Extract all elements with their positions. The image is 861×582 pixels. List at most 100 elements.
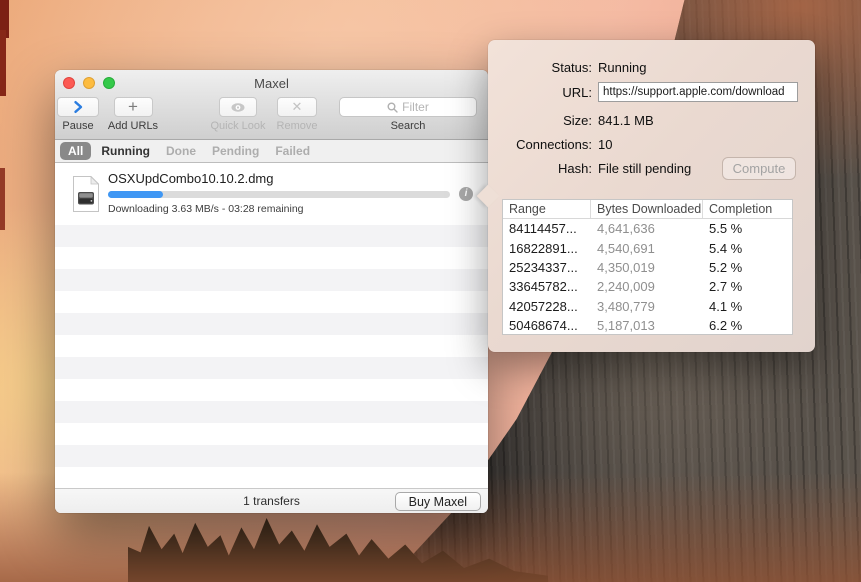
table-cell: 2,240,009	[597, 279, 655, 295]
search-label: Search	[390, 120, 426, 132]
table-row[interactable]: 50468674... 5,187,013 6.2 %	[503, 316, 792, 335]
table-cell: 5.5 %	[709, 221, 743, 237]
pause-label: Pause	[62, 120, 94, 132]
table-header: Range Bytes Downloaded Completion	[503, 200, 792, 219]
empty-row-stripe	[55, 467, 488, 488]
empty-row-stripe	[55, 247, 488, 269]
x-icon: ✕	[291, 99, 303, 114]
tab-failed[interactable]: Failed	[275, 144, 310, 158]
empty-row-stripe	[55, 291, 488, 313]
table-cell: 4,540,691	[597, 240, 655, 256]
size-field: Size: 841.1 MB	[488, 113, 654, 128]
maxel-window: Maxel Pause + Add URLs Quick Look ✕ Remo…	[55, 70, 488, 513]
connections-field: Connections: 10	[488, 137, 612, 152]
table-cell: 4.1 %	[709, 298, 743, 314]
table-cell: 5,187,013	[597, 318, 655, 334]
empty-row-stripe	[55, 401, 488, 423]
connections-value: 10	[598, 137, 613, 152]
tab-done[interactable]: Done	[166, 144, 196, 158]
window-header: Maxel Pause + Add URLs Quick Look ✕ Remo…	[55, 70, 488, 140]
status-bar: 1 transfers Buy Maxel	[55, 488, 488, 513]
pause-button[interactable]: Pause	[55, 97, 101, 132]
empty-rows	[55, 225, 488, 488]
quick-look-button[interactable]: Quick Look	[205, 97, 271, 132]
url-field-row: URL:	[488, 82, 798, 102]
desktop: Maxel Pause + Add URLs Quick Look ✕ Remo…	[0, 0, 861, 582]
toolbar: Pause + Add URLs Quick Look ✕ Remove Fil…	[55, 96, 488, 140]
table-cell: 50468674...	[509, 318, 578, 334]
status-field: Status: Running	[488, 60, 647, 75]
empty-row-stripe	[55, 379, 488, 401]
table-body: 84114457... 4,641,636 5.5 % 16822891... 4,54…	[503, 219, 792, 335]
tab-running[interactable]: Running	[101, 144, 150, 158]
table-cell: 4,350,019	[597, 259, 655, 275]
tab-pending[interactable]: Pending	[212, 144, 259, 158]
table-row[interactable]: 42057228... 3,480,779 4.1 %	[503, 297, 792, 316]
scope-bar: All Running Done Pending Failed	[55, 140, 488, 163]
empty-row-stripe	[55, 445, 488, 467]
buy-maxel-button[interactable]: Buy Maxel	[394, 492, 481, 511]
transfer-list: OSXUpdCombo10.10.2.dmg Downloading 3.63 …	[55, 163, 488, 488]
chunks-table: Range Bytes Downloaded Completion 841144…	[502, 199, 793, 335]
empty-row-stripe	[55, 423, 488, 445]
table-cell: 3,480,779	[597, 298, 655, 314]
eye-icon	[231, 102, 245, 112]
search-input[interactable]: Filter	[339, 97, 477, 117]
hash-value: File still pending	[598, 161, 692, 176]
tab-all[interactable]: All	[60, 142, 92, 160]
info-button[interactable]: i	[459, 187, 473, 201]
empty-row-stripe	[55, 313, 488, 335]
empty-row-stripe	[55, 269, 488, 291]
info-icon: i	[464, 188, 468, 199]
wallpaper-red-strip	[0, 30, 6, 96]
download-status: Downloading 3.63 MB/s - 03:28 remaining	[108, 203, 304, 215]
title-bar[interactable]: Maxel	[55, 70, 488, 96]
empty-row-stripe	[55, 357, 488, 379]
table-row[interactable]: 33645782... 2,240,009 2.7 %	[503, 277, 792, 296]
table-cell: 84114457...	[509, 221, 577, 237]
progress-bar	[108, 191, 450, 198]
add-urls-button[interactable]: + Add URLs	[102, 97, 164, 132]
wallpaper-red-strip	[0, 168, 5, 230]
filter-placeholder: Filter	[402, 100, 429, 114]
table-cell: 4,641,636	[597, 221, 655, 237]
table-cell: 33645782...	[509, 279, 578, 295]
dmg-file-icon	[72, 175, 100, 218]
url-input[interactable]	[598, 82, 798, 102]
empty-row-stripe	[55, 225, 488, 247]
connections-label: Connections:	[516, 137, 592, 152]
table-cell: 25234337...	[509, 259, 578, 275]
table-cell: 5.4 %	[709, 240, 743, 256]
hash-label: Hash:	[558, 161, 592, 176]
status-value: Running	[598, 60, 647, 75]
status-label: Status:	[551, 60, 592, 75]
url-label: URL:	[562, 84, 592, 100]
download-info-popover: Status: Running URL: Size: 841.1 MB Conn…	[476, 40, 815, 352]
table-row[interactable]: 16822891... 4,540,691 5.4 %	[503, 238, 792, 257]
size-label: Size:	[563, 113, 592, 128]
add-urls-label: Add URLs	[107, 120, 159, 132]
table-cell: 16822891...	[509, 240, 578, 256]
empty-row-stripe	[55, 335, 488, 357]
plus-icon: +	[128, 97, 138, 116]
table-row[interactable]: 84114457... 4,641,636 5.5 %	[503, 219, 792, 238]
compute-button[interactable]: Compute	[722, 157, 796, 180]
search-icon	[387, 102, 398, 113]
download-filename: OSXUpdCombo10.10.2.dmg	[108, 171, 274, 186]
table-row[interactable]: 25234337... 4,350,019 5.2 %	[503, 258, 792, 277]
quick-look-label: Quick Look	[210, 120, 266, 132]
header-completion[interactable]: Completion	[703, 200, 792, 218]
remove-label: Remove	[276, 120, 318, 132]
table-cell: 42057228...	[509, 298, 578, 314]
table-cell: 6.2 %	[709, 318, 743, 334]
resume-chevron-icon	[74, 101, 83, 113]
table-cell: 2.7 %	[709, 279, 743, 295]
header-bytes-downloaded[interactable]: Bytes Downloaded	[591, 200, 703, 218]
size-value: 841.1 MB	[598, 113, 654, 128]
hash-field: Hash: File still pending	[488, 161, 691, 176]
download-row[interactable]: OSXUpdCombo10.10.2.dmg Downloading 3.63 …	[55, 163, 488, 225]
table-cell: 5.2 %	[709, 259, 743, 275]
remove-button[interactable]: ✕ Remove	[271, 97, 323, 132]
header-range[interactable]: Range	[503, 200, 591, 218]
window-title: Maxel	[254, 76, 289, 91]
